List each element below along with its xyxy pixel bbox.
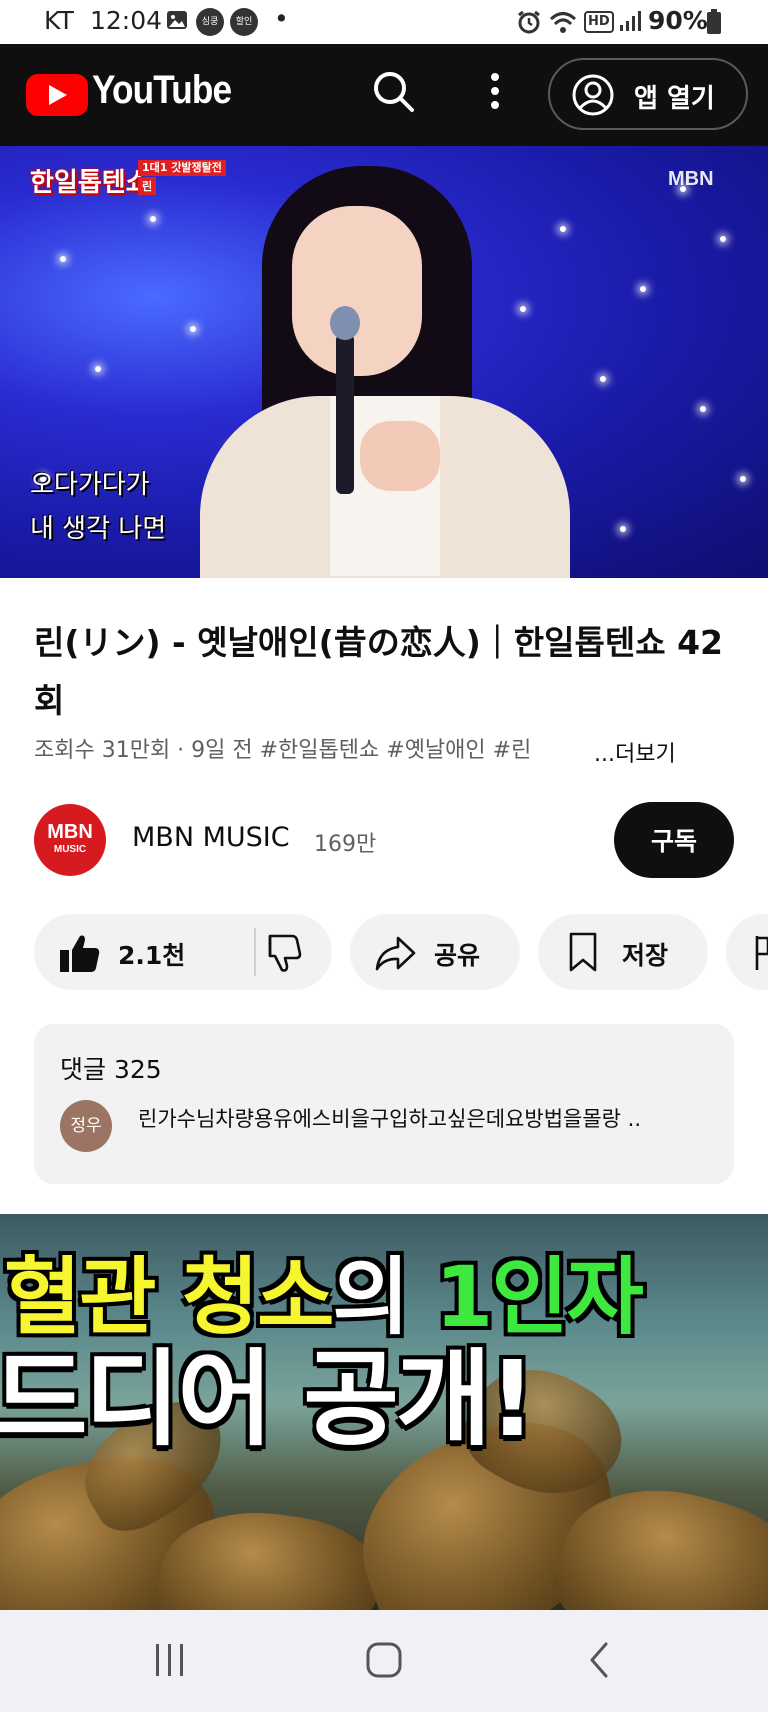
lyric-line-1: 오다가다가 — [30, 470, 150, 500]
thumbs-up-icon — [60, 935, 100, 972]
recents-icon[interactable] — [150, 1642, 190, 1678]
channel-avatar-text: MBN — [47, 821, 93, 843]
gallery-notification-icon — [167, 11, 187, 29]
flag-icon — [755, 936, 768, 970]
status-bar: KT 12:04 심쿵 할인 • HD 90% — [0, 0, 768, 44]
clock: 12:04 — [90, 6, 163, 35]
like-dislike-group: 2.1천 — [34, 914, 332, 990]
top-comment-text: 린가수님차량용유에스비을구입하고싶은데요방법을몰랑 .. — [138, 1107, 642, 1131]
channel-avatar[interactable]: MBN MUSIC — [34, 804, 106, 876]
youtube-play-icon — [26, 74, 88, 116]
lyric-line-2: 내 생각 나면 — [30, 514, 167, 544]
like-count: 2.1천 — [118, 941, 186, 970]
subscriber-count: 169만 — [314, 832, 377, 857]
share-button[interactable]: 공유 — [350, 914, 520, 990]
youtube-logo[interactable]: YouTube — [0, 44, 240, 146]
like-button[interactable]: 2.1천 — [34, 914, 244, 990]
comments-count: 325 — [113, 1055, 162, 1084]
wifi-icon — [549, 12, 577, 33]
notification-badge-1: 심쿵 — [196, 8, 224, 36]
signal-icon — [620, 11, 641, 31]
battery-percent: 90% — [648, 6, 708, 35]
ad-banner[interactable]: 혈관 청소의 1인자 드디어 공개! — [0, 1214, 768, 1610]
open-app-button[interactable]: 앱 열기 — [548, 58, 748, 130]
show-tag-name: 린 — [138, 177, 157, 195]
carrier-label: KT — [44, 6, 74, 35]
account-icon — [572, 74, 614, 116]
app-header: YouTube 앱 열기 — [0, 44, 768, 146]
ad-headline-2: 드디어 공개! — [0, 1338, 536, 1460]
more-vert-icon[interactable] — [478, 70, 512, 114]
ad-headline-1: 혈관 청소의 1인자 — [4, 1248, 644, 1346]
notification-badge-2: 할인 — [230, 8, 258, 36]
thumbs-down-icon[interactable] — [248, 934, 328, 974]
channel-name[interactable]: MBN MUSIC — [132, 822, 290, 853]
youtube-wordmark: YouTube — [92, 68, 232, 112]
network-watermark: MBN — [668, 168, 714, 190]
microphone — [336, 334, 354, 494]
channel-avatar-subtext: MUSIC — [53, 844, 87, 855]
comments-header: 댓글 325 — [60, 1050, 162, 1086]
notification-dot: • — [274, 4, 289, 33]
comments-label: 댓글 — [60, 1055, 107, 1084]
battery-icon — [707, 9, 721, 34]
save-label: 저장 — [622, 941, 669, 970]
back-icon[interactable] — [584, 1640, 614, 1680]
save-button[interactable]: 저장 — [538, 914, 708, 990]
share-icon — [375, 936, 416, 971]
video-meta[interactable]: 조회수 31만회 · 9일 전 #한일톱텐쇼 #옛날애인 #린 — [34, 732, 531, 764]
video-title[interactable]: 린(リン) - 옛날애인(昔の恋人)｜한일톱텐쇼 42회 — [34, 614, 734, 730]
more-link[interactable]: ...더보기 — [594, 736, 676, 768]
show-tag: 1대1 갓발쟁탈전 — [138, 160, 226, 176]
subscribe-button[interactable]: 구독 — [614, 802, 734, 878]
search-icon[interactable] — [370, 68, 418, 116]
alarm-icon — [518, 10, 540, 34]
hd-voice-badge: HD — [584, 11, 614, 33]
comments-card[interactable]: 댓글 325 정우 린가수님차량용유에스비을구입하고싶은데요방법을몰랑 .. — [34, 1024, 734, 1184]
share-label: 공유 — [434, 941, 481, 970]
open-app-label: 앱 열기 — [634, 84, 715, 114]
video-player[interactable]: 한일톱텐쇼 1대1 갓발쟁탈전 린 MBN 오다가다가 내 생각 나면 — [0, 146, 768, 578]
report-button[interactable] — [726, 914, 768, 990]
bookmark-icon — [569, 932, 597, 972]
home-icon[interactable] — [364, 1640, 404, 1680]
show-logo: 한일톱텐쇼 — [30, 168, 150, 198]
comment-avatar: 정우 — [60, 1100, 112, 1152]
system-nav-bar — [0, 1610, 768, 1712]
